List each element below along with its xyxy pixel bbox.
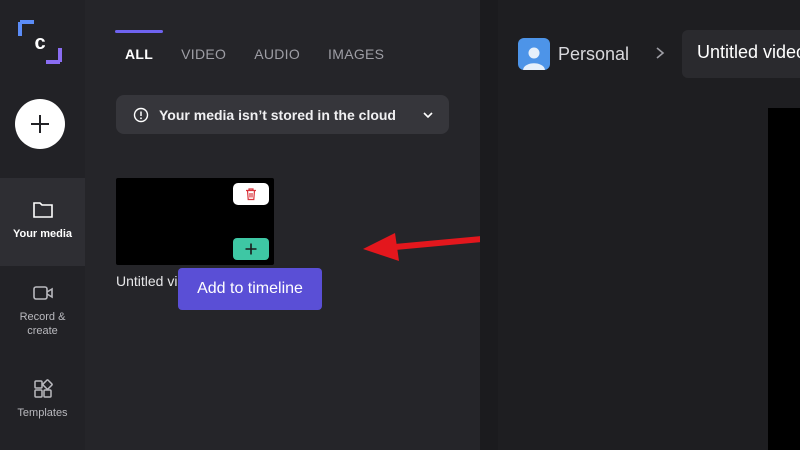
project-title-input[interactable]: Untitled video [682,30,800,78]
nav-record-create-label: Record & create [19,311,66,337]
workspace-breadcrumb[interactable]: Personal [518,38,629,70]
media-thumbnail[interactable] [116,178,274,265]
create-button[interactable] [15,99,65,149]
plus-icon [31,115,49,133]
nav-your-media[interactable]: Your media [0,178,85,266]
clipchamp-logo-icon[interactable]: c [16,18,64,66]
folder-icon [32,202,53,218]
cloud-storage-banner[interactable]: Your media isn’t stored in the cloud [116,95,449,134]
user-icon [523,47,545,70]
left-rail: c Your media Record & create Templates [0,0,85,450]
add-to-timeline-tooltip: Add to timeline [178,268,322,310]
camera-icon [32,286,53,300]
tab-all[interactable]: ALL [115,30,164,62]
editor-workspace: Personal Untitled video [498,0,800,450]
cloud-banner-text: Your media isn’t stored in the cloud [159,106,396,123]
media-item-title: Untitled video [116,273,186,289]
trash-icon [246,188,256,201]
nav-your-media-label: Your media [12,228,73,240]
media-panel: ALL VIDEO AUDIO IMAGES Your media isn’t … [85,0,528,450]
avatar [518,38,550,70]
media-tabs: ALL VIDEO AUDIO IMAGES [115,30,402,62]
chevron-right-icon [656,47,665,59]
delete-media-button[interactable] [233,183,269,205]
workspace-name: Personal [558,43,630,64]
chevron-down-icon [423,111,433,118]
plus-icon [245,243,257,255]
nav-templates[interactable]: Templates [0,375,85,435]
tab-images[interactable]: IMAGES [318,30,394,62]
nav-record-create[interactable]: Record & create [0,280,85,360]
panel-divider [480,0,498,450]
tab-video[interactable]: VIDEO [171,30,236,62]
info-icon [133,107,149,122]
svg-text:c: c [34,32,45,54]
add-to-timeline-button[interactable] [233,238,269,260]
nav-templates-label: Templates [17,407,68,419]
tab-audio[interactable]: AUDIO [244,30,310,62]
templates-icon [33,379,53,398]
video-preview [768,108,800,450]
